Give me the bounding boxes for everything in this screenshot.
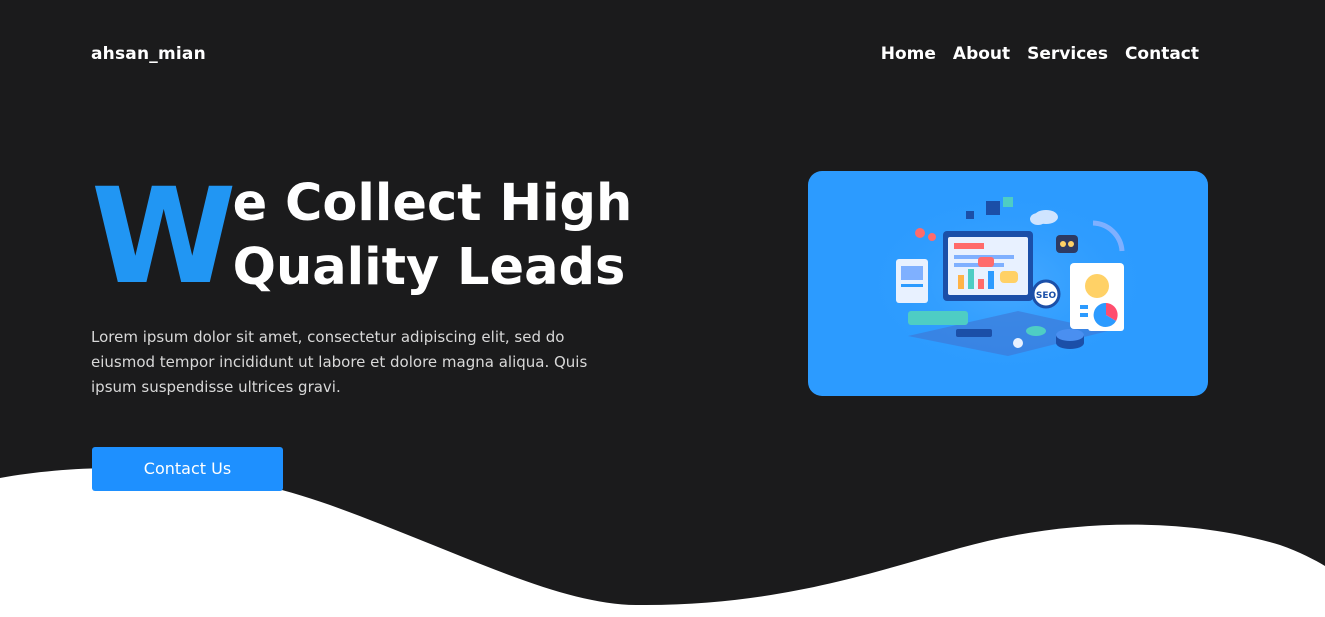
hero-description: Lorem ipsum dolor sit amet, consectetur … [91,328,588,396]
site-logo[interactable]: ahsan_mian [91,44,206,64]
hero-title-initial: W [91,160,237,314]
nav-about[interactable]: About [953,44,1010,64]
hero-title-text: e Collect High Quality Leads [233,172,633,300]
nav-home[interactable]: Home [881,44,936,64]
landing-page: ahsan_mian Home About Services Contact W… [0,0,1325,617]
nav-contact[interactable]: Contact [1125,44,1199,64]
hero-image: SEO [808,171,1208,396]
main-nav: Home About Services Contact [881,44,1199,64]
hero-title-line-2: Quality Leads [232,238,626,297]
contact-us-button[interactable]: Contact Us [92,447,283,491]
marketing-illustration-icon: SEO [858,188,1158,378]
nav-services[interactable]: Services [1027,44,1108,64]
svg-text:SEO: SEO [1036,291,1057,301]
hero-title: W e Collect High Quality Leads [91,160,633,314]
hero-title-line-1: e Collect High [232,174,633,233]
